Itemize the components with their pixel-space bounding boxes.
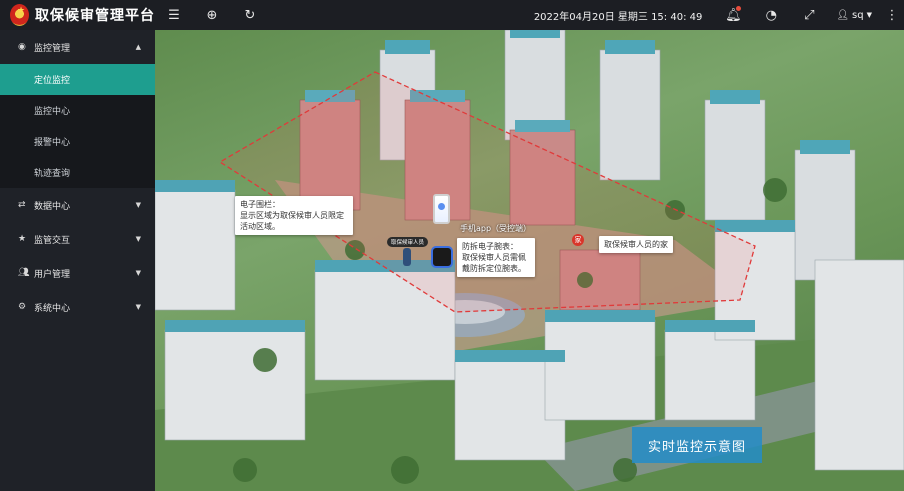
fullscreen-icon[interactable]: ⤢ [790,0,828,30]
user-icon: 👤︎ [836,9,850,21]
sidebar-group-label: 监控管理 [34,43,71,54]
sidebar-item-monitor-center[interactable]: 监控中心 [0,95,155,126]
menu-toggle-icon[interactable]: ☰ [155,0,193,30]
fence-callout-title: 电子围栏： [240,200,280,209]
notification-dot [736,6,742,11]
bell-icon[interactable]: 🔔︎ [714,0,752,30]
eye-icon: ◉ [18,42,26,52]
chevron-down-icon: ▼ [135,235,141,243]
users-icon: 👥︎ [18,268,30,278]
gear-icon: ⚙ [18,302,27,312]
sidebar: ◉ 监控管理 ▲ 定位监控 监控中心 报警中心 轨迹查询 ⇄ 数据中心 ▼ ★ … [0,30,155,491]
dashboard-icon[interactable]: ◔ [752,0,790,30]
fence-callout: 电子围栏： 显示区域为取保候审人员限定活动区域。 [235,196,353,235]
wristband-callout-title: 防拆电子腕表： [462,242,518,251]
user-menu[interactable]: 👤︎ sq ▼ [828,10,880,21]
chevron-down-icon: ▼ [866,11,872,19]
sidebar-item-track-query[interactable]: 轨迹查询 [0,157,155,188]
sidebar-group-data[interactable]: ⇄ 数据中心 ▼ [0,188,155,222]
refresh-icon[interactable]: ↻ [231,0,269,30]
sidebar-group-users[interactable]: 👥︎ 用户管理 ▼ [0,256,155,290]
globe-icon[interactable]: ⊕ [193,0,231,30]
chevron-down-icon: ▼ [135,303,141,311]
person-tag: 取保候审人员 [387,237,429,247]
phone-icon [433,194,450,224]
app-label: 手机app（受控端） [460,224,532,233]
sidebar-group-label: 用户管理 [34,269,71,280]
chevron-up-icon: ▲ [135,43,141,51]
sidebar-item-location-monitor[interactable]: 定位监控 [0,64,155,95]
sidebar-group-label: 系统中心 [34,303,71,314]
sidebar-group-interaction[interactable]: ★ 监管交互 ▼ [0,222,155,256]
submenu-monitor: 定位监控 监控中心 报警中心 轨迹查询 [0,64,155,188]
more-icon[interactable]: ⋮ [880,0,904,30]
sidebar-group-monitor[interactable]: ◉ 监控管理 ▲ [0,30,155,64]
wristband-callout-body: 取保候审人员需佩戴防拆定位腕表。 [462,253,526,273]
wristband-callout: 防拆电子腕表： 取保候审人员需佩戴防拆定位腕表。 [457,238,535,277]
username: sq [852,9,864,21]
sidebar-group-label: 数据中心 [34,201,71,212]
map-view[interactable]: 电子围栏： 显示区域为取保候审人员限定活动区域。 取保候审人员 手机app（受控… [155,30,904,491]
fence-callout-body: 显示区域为取保候审人员限定活动区域。 [240,211,344,231]
chevron-down-icon: ▼ [135,269,141,277]
datetime: 2022年04月20日 星期三 15: 40: 49 [533,11,703,23]
home-label: 取保候审人员的家 [604,240,668,249]
sidebar-item-alarm-center[interactable]: 报警中心 [0,126,155,157]
shuffle-icon: ⇄ [18,200,26,210]
sidebar-group-system[interactable]: ⚙ 系统中心 ▼ [0,290,155,324]
home-callout: 取保候审人员的家 [599,236,673,253]
wristband-icon [431,246,453,268]
chevron-down-icon: ▼ [135,201,141,209]
realtime-monitor-button[interactable]: 实时监控示意图 [632,427,762,463]
home-icon[interactable]: 家 [572,234,584,246]
brand: 取保候审管理平台 [0,0,155,30]
top-bar: 取保候审管理平台 ☰ ⊕ ↻ 2022年04月20日 星期三 15: 40: 4… [0,0,904,30]
star-icon: ★ [18,234,27,244]
sidebar-group-label: 监管交互 [34,235,71,246]
person-marker[interactable] [403,248,411,266]
emblem-logo [10,4,32,26]
app-title: 取保候审管理平台 [35,8,155,24]
